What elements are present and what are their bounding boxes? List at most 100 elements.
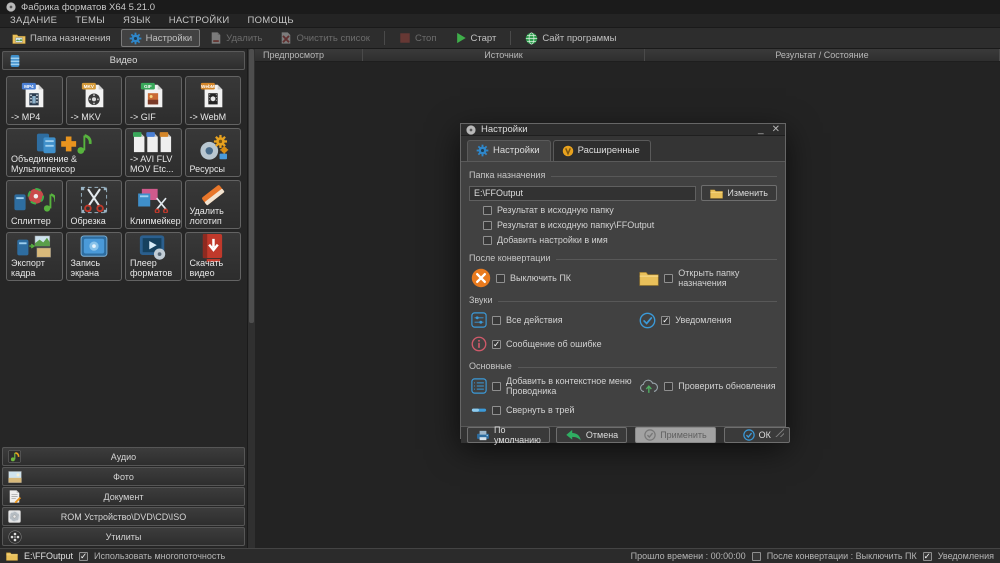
column-header-0[interactable]: Предпросмотр: [255, 49, 363, 61]
svg-text:MP4: MP4: [24, 84, 34, 89]
toolbar: Папка назначения Настройки Удалить Очистить…: [0, 28, 1000, 49]
dialog-close-button[interactable]: ✕: [772, 124, 780, 135]
option-result-to-source-ffoutput[interactable]: Результат в исходную папку\FFOutput: [483, 220, 777, 230]
tile-remove-logo[interactable]: Удалить логотип: [184, 180, 241, 229]
toolbar-website-button[interactable]: Сайт программы: [517, 29, 624, 47]
category-rom-device[interactable]: ROM Устройство\DVD\CD\ISO: [2, 507, 245, 526]
scrollbar-thumb[interactable]: [249, 49, 254, 324]
change-folder-button[interactable]: Изменить: [701, 185, 777, 201]
toolbar-settings-button[interactable]: Настройки: [120, 29, 201, 47]
menu-language[interactable]: ЯЗЫК: [123, 15, 151, 26]
app-logo-icon: [6, 2, 16, 12]
error-message-checkbox[interactable]: [492, 339, 501, 349]
category-audio[interactable]: Аудио: [2, 447, 245, 466]
tile-to-avi-flv-mov[interactable]: -> AVI FLV MOV Etc...: [125, 128, 182, 177]
splitter-icon: [13, 186, 56, 214]
tile-to-mkv[interactable]: MKV -> MKV: [65, 76, 122, 125]
resize-grip[interactable]: [775, 428, 784, 437]
file-mp4-icon: MP4: [20, 81, 48, 111]
option-shutdown-pc[interactable]: Выключить ПК: [471, 268, 639, 288]
notifications-checkbox[interactable]: [661, 315, 671, 325]
after-conversion-label: После конвертации : Выключить ПК: [766, 551, 917, 561]
shutdown-pc-checkbox[interactable]: [496, 273, 505, 283]
result-to-source-ffoutput-checkbox[interactable]: [483, 220, 492, 230]
settings-dialog: Настройки _ ✕ Настройки Расширенные Папка…: [460, 123, 790, 445]
toolbar-stop-button[interactable]: Стоп: [391, 29, 445, 47]
dialog-title-bar[interactable]: Настройки _ ✕: [461, 124, 785, 136]
cancel-button[interactable]: Отмена: [555, 427, 628, 443]
notifications-checkbox[interactable]: [922, 551, 932, 561]
sidebar-header-video[interactable]: Видео: [2, 51, 245, 70]
window-title: Фабрика форматов X64 5.21.0: [21, 1, 155, 13]
toolbar-clear-list-button[interactable]: Очистить список: [272, 29, 378, 47]
folder-icon: [710, 188, 724, 199]
tile-to-gif[interactable]: GIF -> GIF: [125, 76, 182, 125]
all-actions-checkbox[interactable]: [492, 315, 501, 325]
menu-settings[interactable]: НАСТРОЙКИ: [169, 15, 230, 26]
main-body: Видео MP4 -> MP4 MKV -> MKV GIF -> GIF WebM -> …: [0, 49, 1000, 548]
tile-download-video[interactable]: Скачать видео: [184, 232, 241, 281]
check-circle-icon: [639, 312, 656, 329]
tile-trim[interactable]: Обрезка: [65, 180, 122, 229]
open-destination-checkbox[interactable]: [664, 273, 674, 283]
tile-to-mp4[interactable]: MP4 -> MP4: [6, 76, 63, 125]
after-conversion-checkbox[interactable]: [751, 551, 761, 561]
explorer-context-menu-checkbox[interactable]: [492, 381, 501, 391]
option-result-to-source[interactable]: Результат в исходную папку: [483, 205, 777, 215]
category-utilities[interactable]: Утилиты: [2, 527, 245, 546]
default-button[interactable]: По умолчанию: [467, 425, 550, 445]
sidebar-scrollbar[interactable]: [248, 49, 255, 548]
file-webm-icon: WebM: [199, 81, 227, 111]
cat-document-icon: [8, 490, 21, 503]
result-to-source-checkbox[interactable]: [483, 205, 492, 215]
category-document[interactable]: Документ: [2, 487, 245, 506]
menu-task[interactable]: ЗАДАНИЕ: [10, 15, 57, 26]
output-path[interactable]: E:\FFOutput: [24, 551, 73, 561]
cat-utilities-icon: [8, 529, 22, 544]
destination-path-input[interactable]: [469, 185, 697, 201]
tab-settings[interactable]: Настройки: [467, 140, 551, 161]
tab-advanced[interactable]: Расширенные: [552, 140, 651, 161]
option-add-settings-to-name[interactable]: Добавить настройки в имя: [483, 235, 777, 245]
option-minimize-to-tray[interactable]: Свернуть в трей: [471, 400, 639, 420]
toolbar-start-button[interactable]: Старт: [447, 29, 505, 47]
toolbar-destination-folder-button[interactable]: Папка назначения: [4, 29, 119, 47]
menu-themes[interactable]: ТЕМЫ: [75, 15, 105, 26]
delete-page-icon: [210, 32, 222, 44]
sidebar-header-label: Видео: [109, 55, 138, 66]
check-updates-checkbox[interactable]: [664, 381, 674, 391]
trim-icon: [80, 186, 108, 214]
dialog-minimize-button[interactable]: _: [758, 124, 764, 135]
join-mux-icon: [35, 129, 93, 157]
video-icon: [9, 54, 21, 68]
menu-help[interactable]: ПОМОЩЬ: [247, 15, 293, 26]
title-bar: Фабрика форматов X64 5.21.0: [0, 0, 1000, 14]
tile-join-mux[interactable]: Объединение & Мультиплексор: [6, 128, 122, 177]
option-check-updates[interactable]: Проверить обновления: [639, 376, 777, 396]
add-settings-to-name-checkbox[interactable]: [483, 235, 492, 245]
column-header-2[interactable]: Результат / Состояние: [645, 49, 1000, 61]
tile-screen-record[interactable]: Запись экрана: [65, 232, 122, 281]
option-all-actions[interactable]: Все действия: [471, 310, 639, 330]
minimize-to-tray-checkbox[interactable]: [492, 405, 501, 415]
category-photo[interactable]: Фото: [2, 467, 245, 486]
shutdown-icon: [471, 268, 491, 288]
tile-resources[interactable]: Ресурсы: [184, 128, 241, 177]
option-open-destination[interactable]: Открыть папку назначения: [639, 268, 777, 288]
toolbar-delete-button[interactable]: Удалить: [202, 29, 270, 47]
multithread-checkbox[interactable]: [79, 551, 89, 561]
tile-to-webm[interactable]: WebM -> WebM: [184, 76, 241, 125]
tile-clipmaker[interactable]: Клипмейкер: [125, 180, 182, 229]
option-notifications[interactable]: Уведомления: [639, 310, 777, 330]
dialog-footer: По умолчанию Отмена Применить ОК: [461, 425, 790, 445]
option-error-message[interactable]: Сообщение об ошибке: [471, 334, 639, 354]
option-explorer-context-menu[interactable]: Добавить в контекстное меню Проводника: [471, 376, 639, 396]
column-header-1[interactable]: Источник: [363, 49, 645, 61]
section-after-conversion: После конвертации: [469, 253, 777, 263]
export-frame-icon: [16, 234, 52, 260]
tile-splitter[interactable]: Сплиттер: [6, 180, 63, 229]
tile-format-player[interactable]: Плеер форматов: [125, 232, 182, 281]
cloud-update-icon: [639, 379, 659, 394]
tile-export-frame[interactable]: Экспорт кадра: [6, 232, 63, 281]
apply-button[interactable]: Применить: [635, 427, 716, 443]
